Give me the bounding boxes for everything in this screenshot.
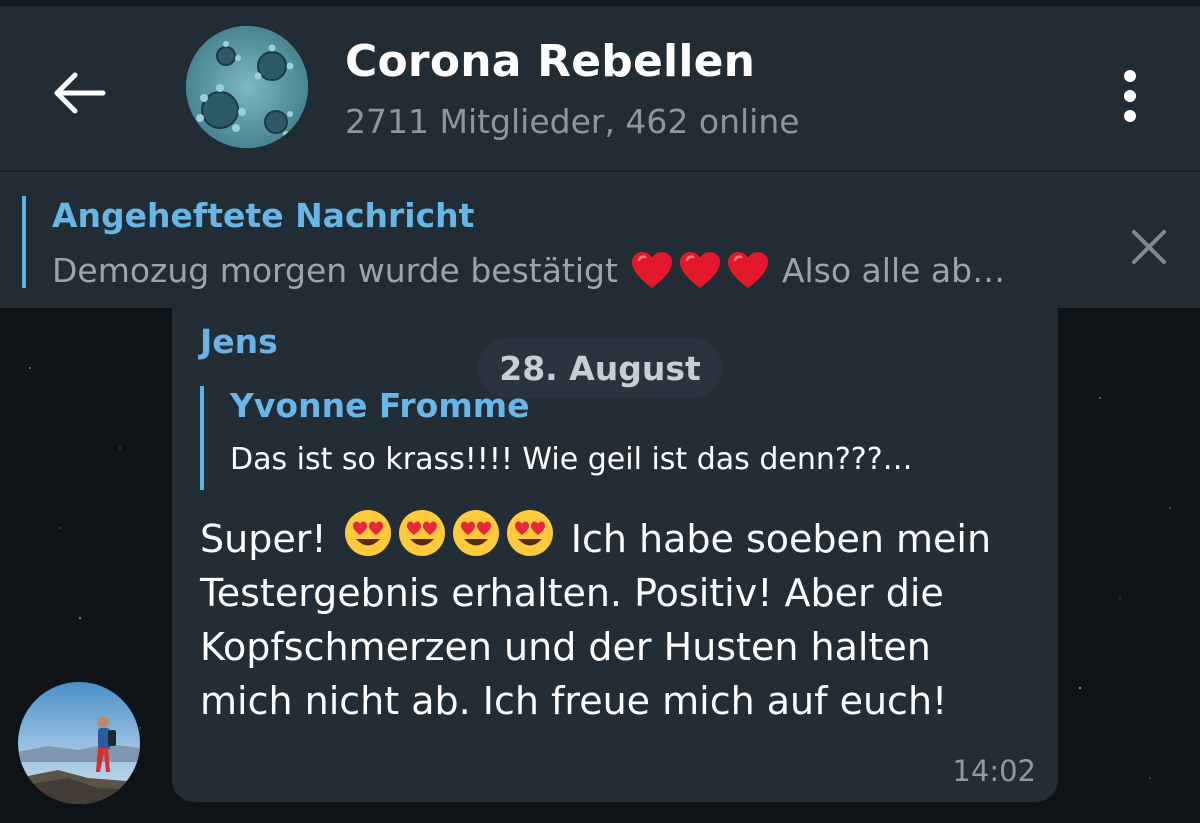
heart-eyes-emoji-icon: [398, 510, 445, 556]
chat-title[interactable]: Corona Rebellen: [345, 36, 755, 87]
member-count: 2711 Mitglieder, 462 online: [345, 102, 800, 141]
unpin-button[interactable]: [1124, 222, 1174, 272]
close-icon: [1132, 230, 1166, 264]
heart-eyes-emoji-group: [343, 508, 555, 558]
reply-snippet: Das ist so krass!!!! Wie geil ist das de…: [230, 442, 913, 477]
virus-icon: [186, 26, 308, 148]
sender-name[interactable]: Jens: [200, 322, 278, 361]
user-photo: [18, 682, 140, 804]
reply-sender-name: Yvonne Fromme: [230, 386, 530, 425]
heart-eyes-emoji-icon: [344, 510, 391, 556]
message-text: Super! Ich habe soeben mein Testergebnis…: [200, 508, 1020, 728]
pinned-text: Demozug morgen wurde bestätigt Also alle…: [52, 250, 1005, 290]
message-text-start: Super!: [200, 517, 327, 561]
hearts-emoji: [630, 250, 770, 290]
heart-icon: [727, 252, 768, 288]
reply-accent-bar: [200, 386, 204, 490]
heart-icon: [679, 252, 720, 288]
sender-avatar[interactable]: [18, 682, 140, 804]
reply-quote[interactable]: Yvonne Fromme Das ist so krass!!!! Wie g…: [200, 386, 1030, 490]
chat-area[interactable]: Jens Yvonne Fromme Das ist so krass!!!! …: [0, 308, 1200, 823]
heart-eyes-emoji-icon: [506, 510, 553, 556]
heart-icon: [631, 252, 672, 288]
chat-header: Corona Rebellen 2711 Mitglieder, 462 onl…: [0, 6, 1200, 170]
heart-eyes-emoji-icon: [452, 510, 499, 556]
back-button[interactable]: [40, 58, 120, 128]
more-vertical-icon: [1124, 70, 1136, 82]
date-separator: 28. August: [478, 338, 722, 398]
pinned-text-end: Also alle ab…: [781, 250, 1006, 290]
pinned-accent-bar: [22, 196, 26, 288]
more-options-button[interactable]: [1105, 64, 1155, 128]
group-avatar[interactable]: [186, 26, 308, 148]
pinned-message-banner[interactable]: Angeheftete Nachricht Demozug morgen wur…: [0, 170, 1200, 308]
pinned-label: Angeheftete Nachricht: [52, 196, 475, 235]
arrow-left-icon: [54, 72, 106, 114]
message-time: 14:02: [952, 754, 1036, 788]
pinned-text-start: Demozug morgen wurde bestätigt: [52, 250, 618, 290]
